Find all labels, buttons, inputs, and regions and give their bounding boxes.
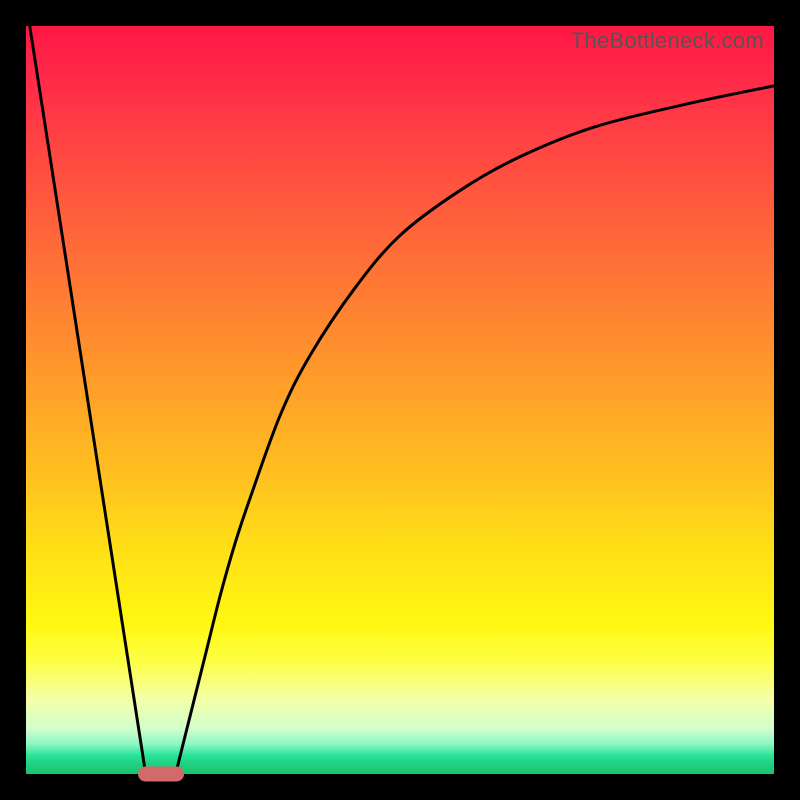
watermark-text: TheBottleneck.com bbox=[571, 28, 764, 54]
curve-layer bbox=[26, 26, 774, 774]
curve-right-branch bbox=[176, 86, 774, 774]
plot-area: TheBottleneck.com bbox=[26, 26, 774, 774]
chart-frame: TheBottleneck.com bbox=[0, 0, 800, 800]
curve-left-branch bbox=[30, 26, 146, 774]
floor-marker bbox=[138, 767, 184, 782]
